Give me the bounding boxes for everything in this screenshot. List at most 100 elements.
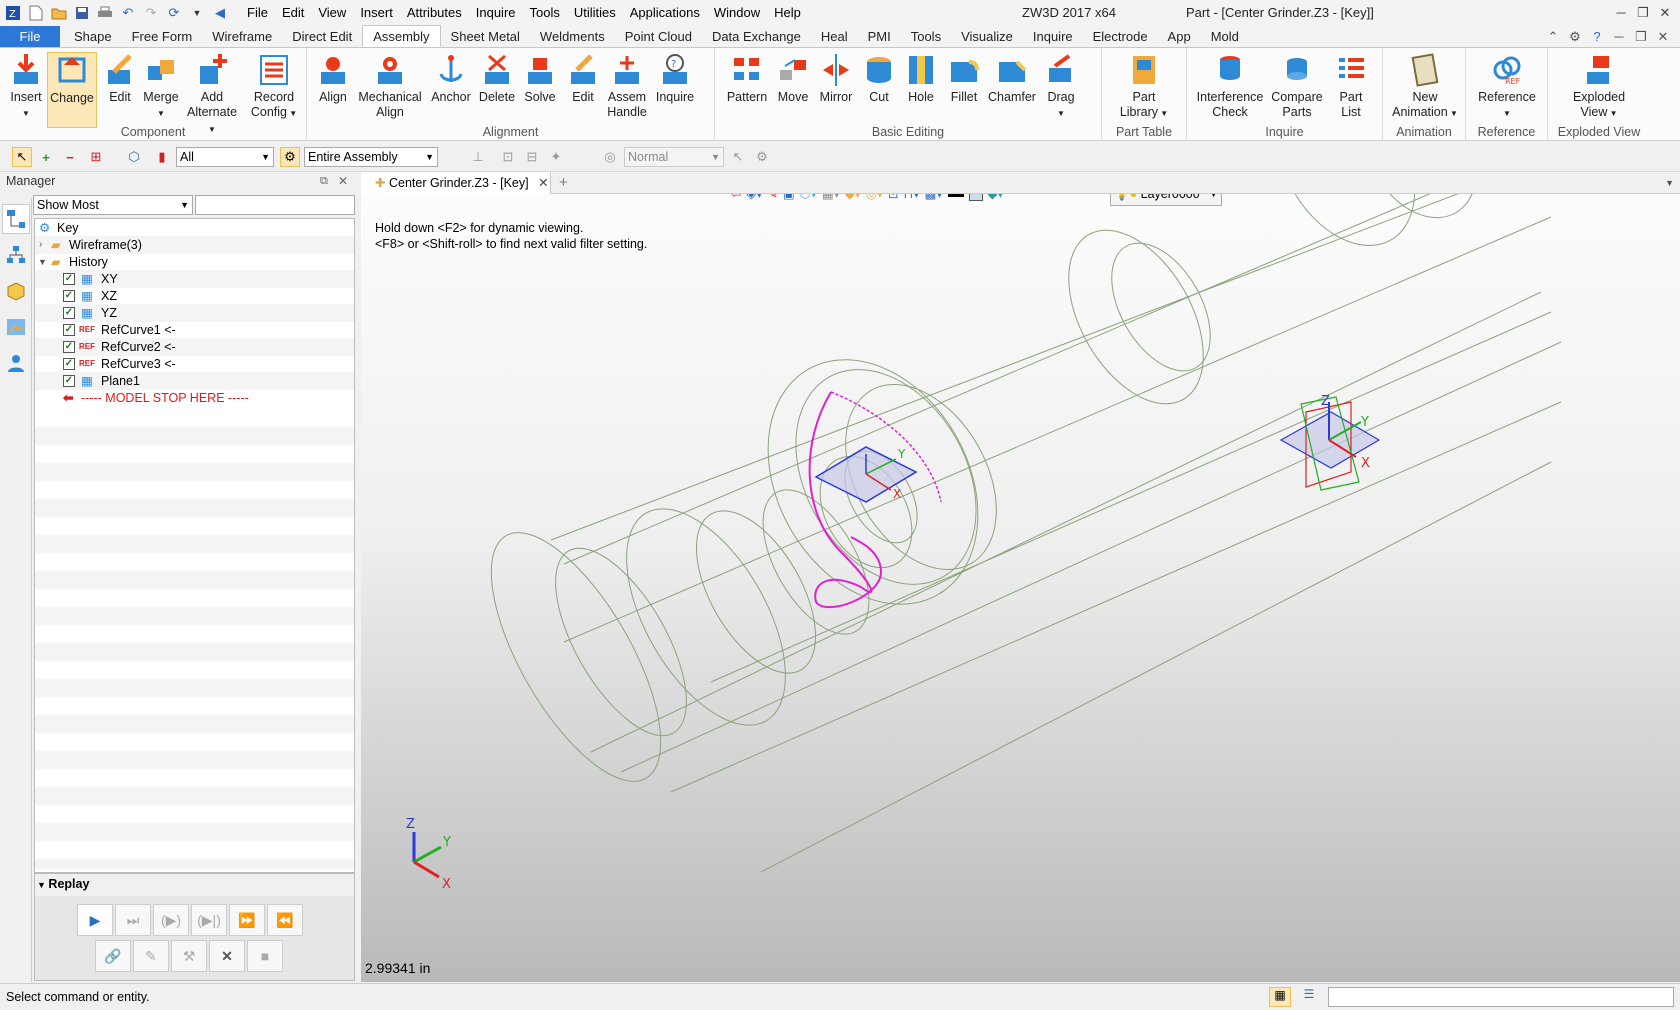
- help-icon[interactable]: ?: [1586, 26, 1608, 48]
- tab-pmi[interactable]: PMI: [858, 26, 901, 47]
- tab-tools[interactable]: Tools: [901, 26, 951, 47]
- redo-icon[interactable]: ↷: [141, 3, 161, 23]
- mechanical-align-button[interactable]: Mechanical Align: [357, 52, 423, 120]
- user-tab-icon[interactable]: [2, 348, 30, 378]
- cursor-tool-icon[interactable]: ↖: [728, 147, 748, 167]
- tab-heal[interactable]: Heal: [811, 26, 858, 47]
- tab-point-cloud[interactable]: Point Cloud: [615, 26, 702, 47]
- document-tab[interactable]: ✚ Center Grinder.Z3 - [Key] ✕: [361, 172, 551, 194]
- tab-file[interactable]: File: [0, 26, 60, 47]
- manager-search-input[interactable]: [195, 195, 355, 215]
- inquire-alignment-button[interactable]: ? Inquire: [652, 52, 698, 105]
- exploded-view-button[interactable]: Exploded View ▼: [1566, 52, 1632, 121]
- doc-close-button[interactable]: ✕: [1652, 26, 1674, 48]
- assembly-tree-tab-icon[interactable]: [2, 240, 30, 270]
- move-button[interactable]: Move: [773, 52, 813, 105]
- filter-select[interactable]: All ▼: [176, 147, 274, 167]
- menu-tools[interactable]: Tools: [523, 0, 567, 26]
- menu-file[interactable]: File: [240, 0, 275, 26]
- menu-utilities[interactable]: Utilities: [567, 0, 623, 26]
- change-button[interactable]: Change: [47, 52, 97, 128]
- visibility-checkbox[interactable]: ✓: [63, 375, 75, 387]
- interference-check-button[interactable]: Interference Check: [1195, 52, 1265, 120]
- tab-shape[interactable]: Shape: [64, 26, 122, 47]
- new-animation-button[interactable]: New Animation ▼: [1391, 52, 1459, 121]
- fillet-button[interactable]: Fillet: [944, 52, 984, 105]
- menu-edit[interactable]: Edit: [275, 0, 311, 26]
- back-icon[interactable]: ◀: [210, 3, 230, 23]
- new-tab-icon[interactable]: +: [559, 172, 568, 194]
- menu-attributes[interactable]: Attributes: [400, 0, 469, 26]
- assem-handle-button[interactable]: Assem Handle: [605, 52, 649, 120]
- align-button[interactable]: Align: [313, 52, 353, 105]
- drag-button[interactable]: Drag ▼: [1041, 52, 1081, 121]
- solve-button[interactable]: Solve: [520, 52, 560, 105]
- tab-mold[interactable]: Mold: [1201, 26, 1249, 47]
- visibility-checkbox[interactable]: ✓: [63, 273, 75, 285]
- tab-wireframe[interactable]: Wireframe: [202, 26, 282, 47]
- mode-icon[interactable]: ◎: [600, 147, 620, 167]
- tree-item-wireframe[interactable]: › ▰ Wireframe(3): [35, 236, 354, 254]
- save-icon[interactable]: [72, 3, 92, 23]
- fast-forward-button[interactable]: ⏩: [229, 904, 265, 936]
- doc-minimize-button[interactable]: ─: [1608, 26, 1630, 48]
- add-selection-icon[interactable]: +: [36, 147, 56, 167]
- settings-gear-icon[interactable]: ⚙: [1564, 26, 1586, 48]
- replay-header[interactable]: ▼ Replay: [37, 877, 89, 891]
- stop-replay-button[interactable]: ■: [247, 940, 283, 972]
- visibility-checkbox[interactable]: ✓: [63, 341, 75, 353]
- status-grid-icon[interactable]: ▦: [1269, 987, 1291, 1007]
- tab-data-exchange[interactable]: Data Exchange: [702, 26, 811, 47]
- doc-restore-button[interactable]: ❐: [1630, 26, 1652, 48]
- tab-direct-edit[interactable]: Direct Edit: [282, 26, 362, 47]
- minimize-button[interactable]: ─: [1610, 0, 1632, 26]
- visibility-checkbox[interactable]: ✓: [63, 324, 75, 336]
- insert-button[interactable]: Insert ▼: [6, 52, 46, 121]
- assembly-scope-icon[interactable]: ⚙: [280, 147, 300, 167]
- new-file-icon[interactable]: [26, 3, 46, 23]
- tab-close-icon[interactable]: ✕: [538, 176, 548, 190]
- view-tab-icon[interactable]: [2, 312, 30, 342]
- menu-insert[interactable]: Insert: [353, 0, 400, 26]
- remove-selection-icon[interactable]: −: [60, 147, 80, 167]
- open-folder-icon[interactable]: [49, 3, 69, 23]
- edit-component-button[interactable]: Edit: [100, 52, 140, 105]
- menu-view[interactable]: View: [311, 0, 353, 26]
- chamfer-button[interactable]: Chamfer: [987, 52, 1037, 105]
- step-over-button[interactable]: (▶|): [191, 904, 227, 936]
- status-list-icon[interactable]: ☰: [1298, 987, 1320, 1007]
- tree-item-yz[interactable]: ✓ ▦ YZ: [35, 304, 354, 322]
- menu-help[interactable]: Help: [767, 0, 808, 26]
- part-tab-icon[interactable]: [2, 276, 30, 306]
- command-input[interactable]: [1328, 987, 1674, 1007]
- align-tool-icon[interactable]: ⊥: [468, 147, 488, 167]
- edit-alignment-button[interactable]: Edit: [563, 52, 603, 105]
- box-select-icon[interactable]: ⊞: [86, 147, 106, 167]
- lasso-select-icon[interactable]: ⬡: [124, 147, 144, 167]
- tree-item-history[interactable]: ▼ ▰ History: [35, 253, 354, 271]
- tab-visualize[interactable]: Visualize: [951, 26, 1023, 47]
- panel-close-icon[interactable]: ✕: [338, 174, 348, 188]
- expand-chevron-icon[interactable]: ›: [39, 236, 42, 254]
- step-into-button[interactable]: (▶): [153, 904, 189, 936]
- filter-icon[interactable]: ▮: [152, 147, 172, 167]
- close-button[interactable]: ✕: [1654, 0, 1676, 26]
- compare-parts-button[interactable]: Compare Parts: [1269, 52, 1325, 120]
- pencil-button[interactable]: ✎: [133, 940, 169, 972]
- rewind-button[interactable]: ⏪: [267, 904, 303, 936]
- part-list-button[interactable]: Part List: [1329, 52, 1373, 120]
- menu-window[interactable]: Window: [707, 0, 767, 26]
- menu-applications[interactable]: Applications: [623, 0, 707, 26]
- anchor-button[interactable]: Anchor: [429, 52, 473, 105]
- tab-app[interactable]: App: [1158, 26, 1201, 47]
- menu-inquire[interactable]: Inquire: [469, 0, 523, 26]
- tree-item-plane1[interactable]: ✓ ▦ Plane1: [35, 372, 354, 390]
- visibility-checkbox[interactable]: ✓: [63, 290, 75, 302]
- play-button[interactable]: ▶: [77, 904, 113, 936]
- tree-item-xz[interactable]: ✓ ▦ XZ: [35, 287, 354, 305]
- visibility-checkbox[interactable]: ✓: [63, 358, 75, 370]
- view-triad[interactable]: Z Y X: [1279, 394, 1381, 491]
- repeat-icon[interactable]: ⟳: [164, 3, 184, 23]
- tab-assembly[interactable]: Assembly: [362, 25, 441, 47]
- tab-inquire[interactable]: Inquire: [1023, 26, 1083, 47]
